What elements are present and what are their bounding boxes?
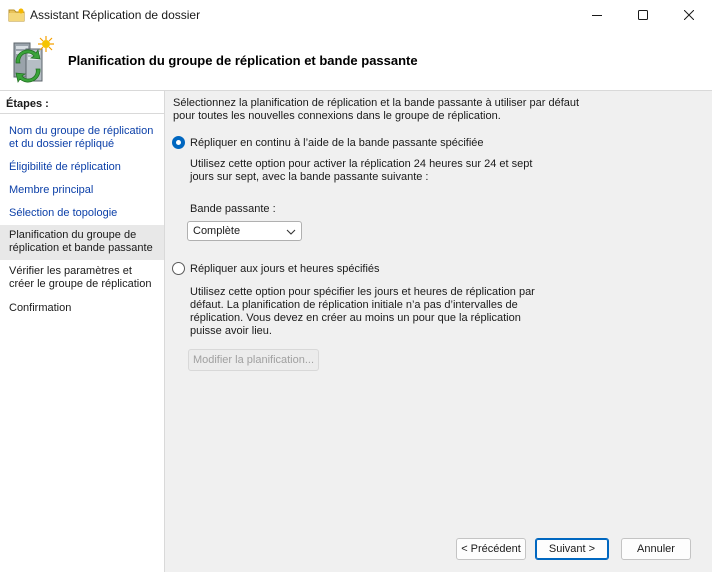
folder-replication-icon [8,7,26,23]
page-description: Sélectionnez la planification de réplica… [173,97,580,122]
minimize-button[interactable] [574,0,620,30]
schedule-help-text: Utilisez cette option pour spécifier les… [190,286,535,337]
step-verifier-parametres: Vérifier les paramètres et créer le grou… [9,265,152,290]
next-button[interactable]: Suivant > [535,538,609,560]
modify-schedule-button: Modifier la planification... [188,349,319,371]
content-panel: Sélectionnez la planification de réplica… [165,91,712,572]
replication-server-icon [8,35,58,85]
radio-replicate-continuous[interactable]: Répliquer en continu à l’aide de la band… [172,136,484,149]
step-confirmation: Confirmation [9,302,72,314]
window-title: Assistant Réplication de dossier [30,8,201,22]
page-title: Planification du groupe de réplication e… [68,53,418,68]
chevron-down-icon [286,227,296,239]
bandwidth-label: Bande passante : [190,203,276,215]
radio-unselected-indicator[interactable] [172,262,185,275]
wizard-header: Planification du groupe de réplication e… [0,30,712,91]
title-bar: Assistant Réplication de dossier [0,0,712,30]
radio-schedule-label[interactable]: Répliquer aux jours et heures spécifiés [190,263,380,275]
maximize-icon [638,10,648,20]
continuous-help-text: Utilisez cette option pour activer la ré… [190,158,533,183]
bandwidth-dropdown[interactable]: Complète [187,221,302,241]
radio-continuous-label[interactable]: Répliquer en continu à l’aide de la band… [190,137,484,149]
radio-selected-indicator[interactable] [172,136,185,149]
steps-sidebar: Étapes : Nom du groupe de réplication et… [0,91,165,572]
steps-divider [0,113,164,114]
bandwidth-value: Complète [193,225,241,237]
maximize-button[interactable] [620,0,666,30]
radio-replicate-schedule[interactable]: Répliquer aux jours et heures spécifiés [172,262,380,275]
close-icon [684,10,694,20]
step-membre-principal[interactable]: Membre principal [0,181,164,200]
steps-title: Étapes : [6,98,49,110]
step-planification-current: Planification du groupe de réplication e… [0,225,164,260]
step-eligibilite[interactable]: Éligibilité de réplication [0,158,164,177]
minimize-icon [592,10,602,20]
previous-button[interactable]: < Précédent [456,538,526,560]
step-nom-groupe[interactable]: Nom du groupe de réplication et du dossi… [0,122,164,154]
cancel-button[interactable]: Annuler [621,538,691,560]
step-selection-topologie[interactable]: Sélection de topologie [0,204,164,223]
close-button[interactable] [666,0,712,30]
